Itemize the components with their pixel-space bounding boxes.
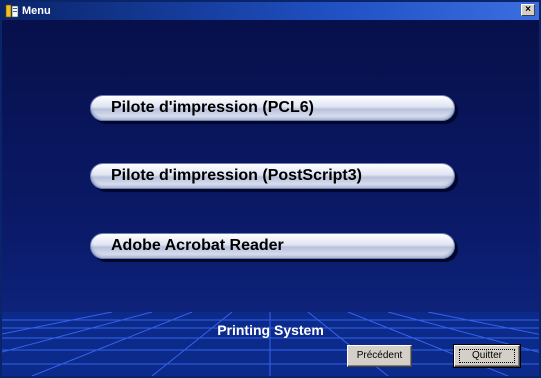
client-area: Pilote d'impression (PCL6) Pilote d'impr… — [2, 20, 539, 376]
back-button[interactable]: Précédent — [347, 345, 412, 367]
menu-item-label: Pilote d'impression (PostScript3) — [111, 167, 362, 184]
menu-window: Menu × Pilote d'impression (PCL6) Pilote… — [0, 0, 541, 378]
printing-system-label: Printing System — [217, 322, 324, 338]
title-bar[interactable]: Menu × — [2, 2, 539, 20]
menu-item-acrobat-reader-button[interactable]: Adobe Acrobat Reader — [90, 233, 455, 259]
menu-item-pcl6-button[interactable]: Pilote d'impression (PCL6) — [90, 95, 455, 121]
menu-item-label: Pilote d'impression (PCL6) — [111, 99, 314, 116]
app-icon — [5, 4, 19, 18]
menu-item-postscript3-button[interactable]: Pilote d'impression (PostScript3) — [90, 163, 455, 189]
quit-button[interactable]: Quitter — [453, 344, 521, 368]
window-title: Menu — [22, 5, 51, 17]
menu-item-label: Adobe Acrobat Reader — [111, 237, 284, 254]
focus-rect — [459, 349, 515, 363]
close-button[interactable]: × — [521, 4, 535, 16]
